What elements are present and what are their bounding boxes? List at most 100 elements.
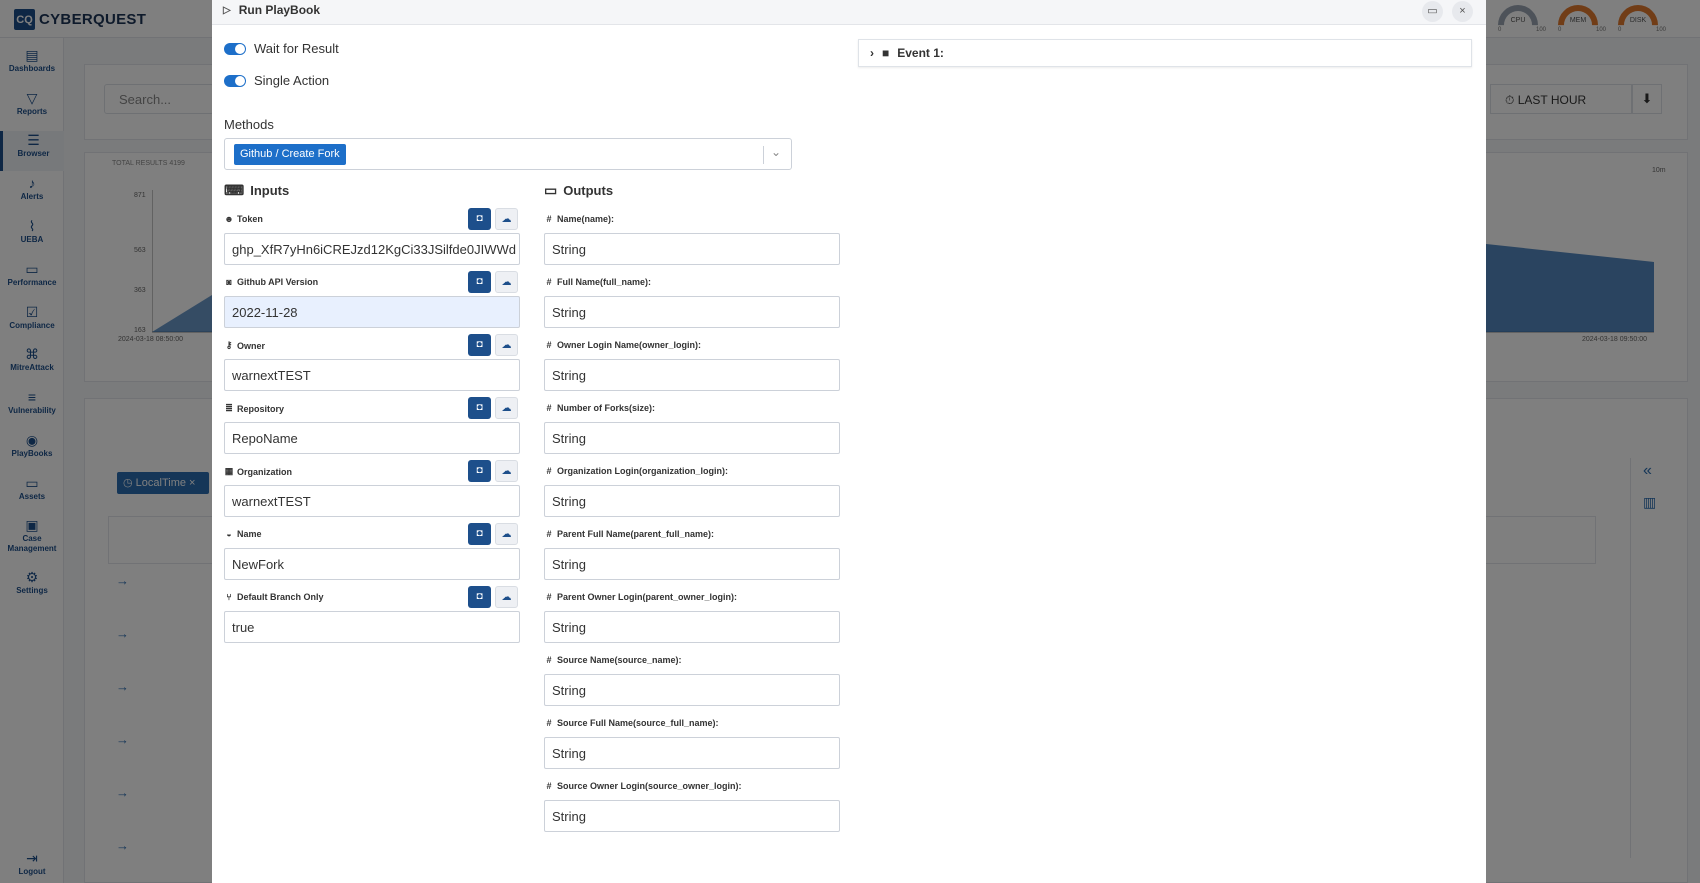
maximize-icon: ▭ bbox=[1427, 5, 1438, 17]
output-label: # Parent Owner Login(parent_owner_login): bbox=[544, 592, 737, 602]
cloud-icon: ☁ bbox=[501, 340, 512, 351]
hash-icon: # bbox=[546, 781, 552, 791]
output-label: # Name(name): bbox=[544, 214, 614, 224]
output-field[interactable]: String bbox=[544, 422, 840, 454]
owner-field[interactable]: warnextTEST bbox=[224, 359, 520, 391]
folder-icon: ■ bbox=[882, 46, 890, 60]
user-badge-icon: ◒ bbox=[226, 529, 232, 539]
hash-icon: # bbox=[546, 403, 552, 413]
output-field[interactable]: String bbox=[544, 800, 840, 832]
token-label: ☻ Token bbox=[224, 214, 263, 224]
camera-icon: ◘ bbox=[476, 465, 483, 476]
hash-icon: # bbox=[546, 214, 552, 224]
branch-icon: ⑂ bbox=[226, 592, 232, 602]
output-field[interactable]: String bbox=[544, 737, 840, 769]
single-action-row: Single Action bbox=[224, 73, 329, 88]
repository-field[interactable]: RepoName bbox=[224, 422, 520, 454]
owner-camera-button[interactable]: ◘ bbox=[468, 334, 491, 356]
github-api-version-label: ◙ Github API Version bbox=[224, 277, 318, 287]
camera-icon: ◘ bbox=[476, 213, 483, 224]
outputs-title: ▭ Outputs bbox=[544, 182, 614, 198]
organization-label: ▦ Organization bbox=[224, 466, 293, 477]
wait-for-result-toggle[interactable] bbox=[224, 42, 246, 55]
camera-icon: ◘ bbox=[476, 339, 483, 350]
hash-icon: # bbox=[546, 529, 552, 539]
name-cloud-button[interactable]: ☁ bbox=[495, 523, 518, 545]
play-icon: ▷ bbox=[223, 4, 231, 16]
output-label: # Owner Login Name(owner_login): bbox=[544, 340, 701, 350]
output-field[interactable]: String bbox=[544, 548, 840, 580]
token-camera-button[interactable]: ◘ bbox=[468, 208, 491, 230]
cloud-icon: ☁ bbox=[501, 403, 512, 414]
single-action-label: Single Action bbox=[254, 73, 330, 88]
organization-cloud-button[interactable]: ☁ bbox=[495, 460, 518, 482]
output-field[interactable]: String bbox=[544, 485, 840, 517]
modal-title: ▷ Run PlayBook bbox=[223, 3, 321, 17]
cloud-icon: ☁ bbox=[501, 277, 512, 288]
keyboard-icon: ⌨ bbox=[224, 182, 245, 198]
key-icon: ⚷ bbox=[225, 340, 233, 350]
github-api-version-field[interactable]: 2022-11-28 bbox=[224, 296, 520, 328]
inputs-title: ⌨ Inputs bbox=[224, 182, 290, 198]
api-version-camera-button[interactable]: ◘ bbox=[468, 271, 491, 293]
run-playbook-modal: ▷ Run PlayBook ▭ × Wait for Result Singl… bbox=[212, 0, 1486, 883]
selected-method-tag[interactable]: Github / Create Fork bbox=[234, 144, 346, 165]
hash-icon: # bbox=[546, 592, 552, 602]
default-branch-only-label: ⑂ Default Branch Only bbox=[224, 592, 323, 602]
wait-for-result-row: Wait for Result bbox=[224, 41, 339, 56]
organization-camera-button[interactable]: ◘ bbox=[468, 460, 491, 482]
hash-icon: # bbox=[546, 277, 552, 287]
default-branch-camera-button[interactable]: ◘ bbox=[468, 586, 491, 608]
event-accordion[interactable]: › ■ Event 1: bbox=[858, 39, 1472, 67]
token-cloud-button[interactable]: ☁ bbox=[495, 208, 518, 230]
methods-select[interactable]: Github / Create Fork ⌄ bbox=[224, 138, 792, 170]
hash-icon: # bbox=[546, 718, 552, 728]
camera-icon: ◘ bbox=[476, 528, 483, 539]
output-label: # Organization Login(organization_login): bbox=[544, 466, 728, 476]
token-field[interactable]: ghp_XfR7yHn6iCREJzd12KgCi33JSilfde0JIWWd bbox=[224, 233, 520, 265]
repository-label: ≣ Repository bbox=[225, 403, 285, 414]
maximize-button[interactable]: ▭ bbox=[1422, 1, 1443, 22]
repository-camera-button[interactable]: ◘ bbox=[468, 397, 491, 419]
close-button[interactable]: × bbox=[1452, 1, 1473, 22]
methods-label: Methods bbox=[224, 117, 274, 132]
chevron-down-icon[interactable]: ⌄ bbox=[771, 145, 781, 159]
cloud-icon: ☁ bbox=[501, 592, 512, 603]
output-label: # Number of Forks(size): bbox=[544, 403, 655, 413]
name-field[interactable]: NewFork bbox=[224, 548, 520, 580]
cloud-icon: ☁ bbox=[501, 214, 512, 225]
hash-icon: # bbox=[546, 655, 552, 665]
output-label: # Source Name(source_name): bbox=[544, 655, 681, 665]
api-version-cloud-button[interactable]: ☁ bbox=[495, 271, 518, 293]
organization-field[interactable]: warnextTEST bbox=[224, 485, 520, 517]
default-branch-cloud-button[interactable]: ☁ bbox=[495, 586, 518, 608]
camera-icon: ◘ bbox=[476, 591, 483, 602]
camera-icon: ◘ bbox=[476, 402, 483, 413]
name-camera-button[interactable]: ◘ bbox=[468, 523, 491, 545]
repository-cloud-button[interactable]: ☁ bbox=[495, 397, 518, 419]
chevron-right-icon: › bbox=[870, 46, 874, 60]
owner-label: ⚷ Owner bbox=[225, 340, 266, 351]
name-label: ◒ Name bbox=[224, 529, 261, 539]
user-circle-icon: ☻ bbox=[224, 214, 234, 224]
output-label: # Parent Full Name(parent_full_name): bbox=[544, 529, 714, 539]
camera-icon: ◘ bbox=[476, 276, 483, 287]
database-icon: ≣ bbox=[225, 403, 233, 413]
owner-cloud-button[interactable]: ☁ bbox=[495, 334, 518, 356]
output-field[interactable]: String bbox=[544, 359, 840, 391]
default-branch-only-field[interactable]: true bbox=[224, 611, 520, 643]
output-field[interactable]: String bbox=[544, 611, 840, 643]
hash-icon: # bbox=[546, 466, 552, 476]
output-field[interactable]: String bbox=[544, 233, 840, 265]
building-icon: ▦ bbox=[224, 466, 234, 476]
github-icon: ◙ bbox=[226, 277, 232, 287]
event-title: Event 1: bbox=[897, 46, 944, 60]
output-label: # Source Full Name(source_full_name): bbox=[544, 718, 718, 728]
single-action-toggle[interactable] bbox=[224, 74, 246, 87]
output-field[interactable]: String bbox=[544, 296, 840, 328]
cloud-icon: ☁ bbox=[501, 466, 512, 477]
modal-header: ▷ Run PlayBook ▭ × bbox=[212, 0, 1486, 25]
output-field[interactable]: String bbox=[544, 674, 840, 706]
wait-for-result-label: Wait for Result bbox=[254, 41, 339, 56]
cloud-icon: ☁ bbox=[501, 529, 512, 540]
